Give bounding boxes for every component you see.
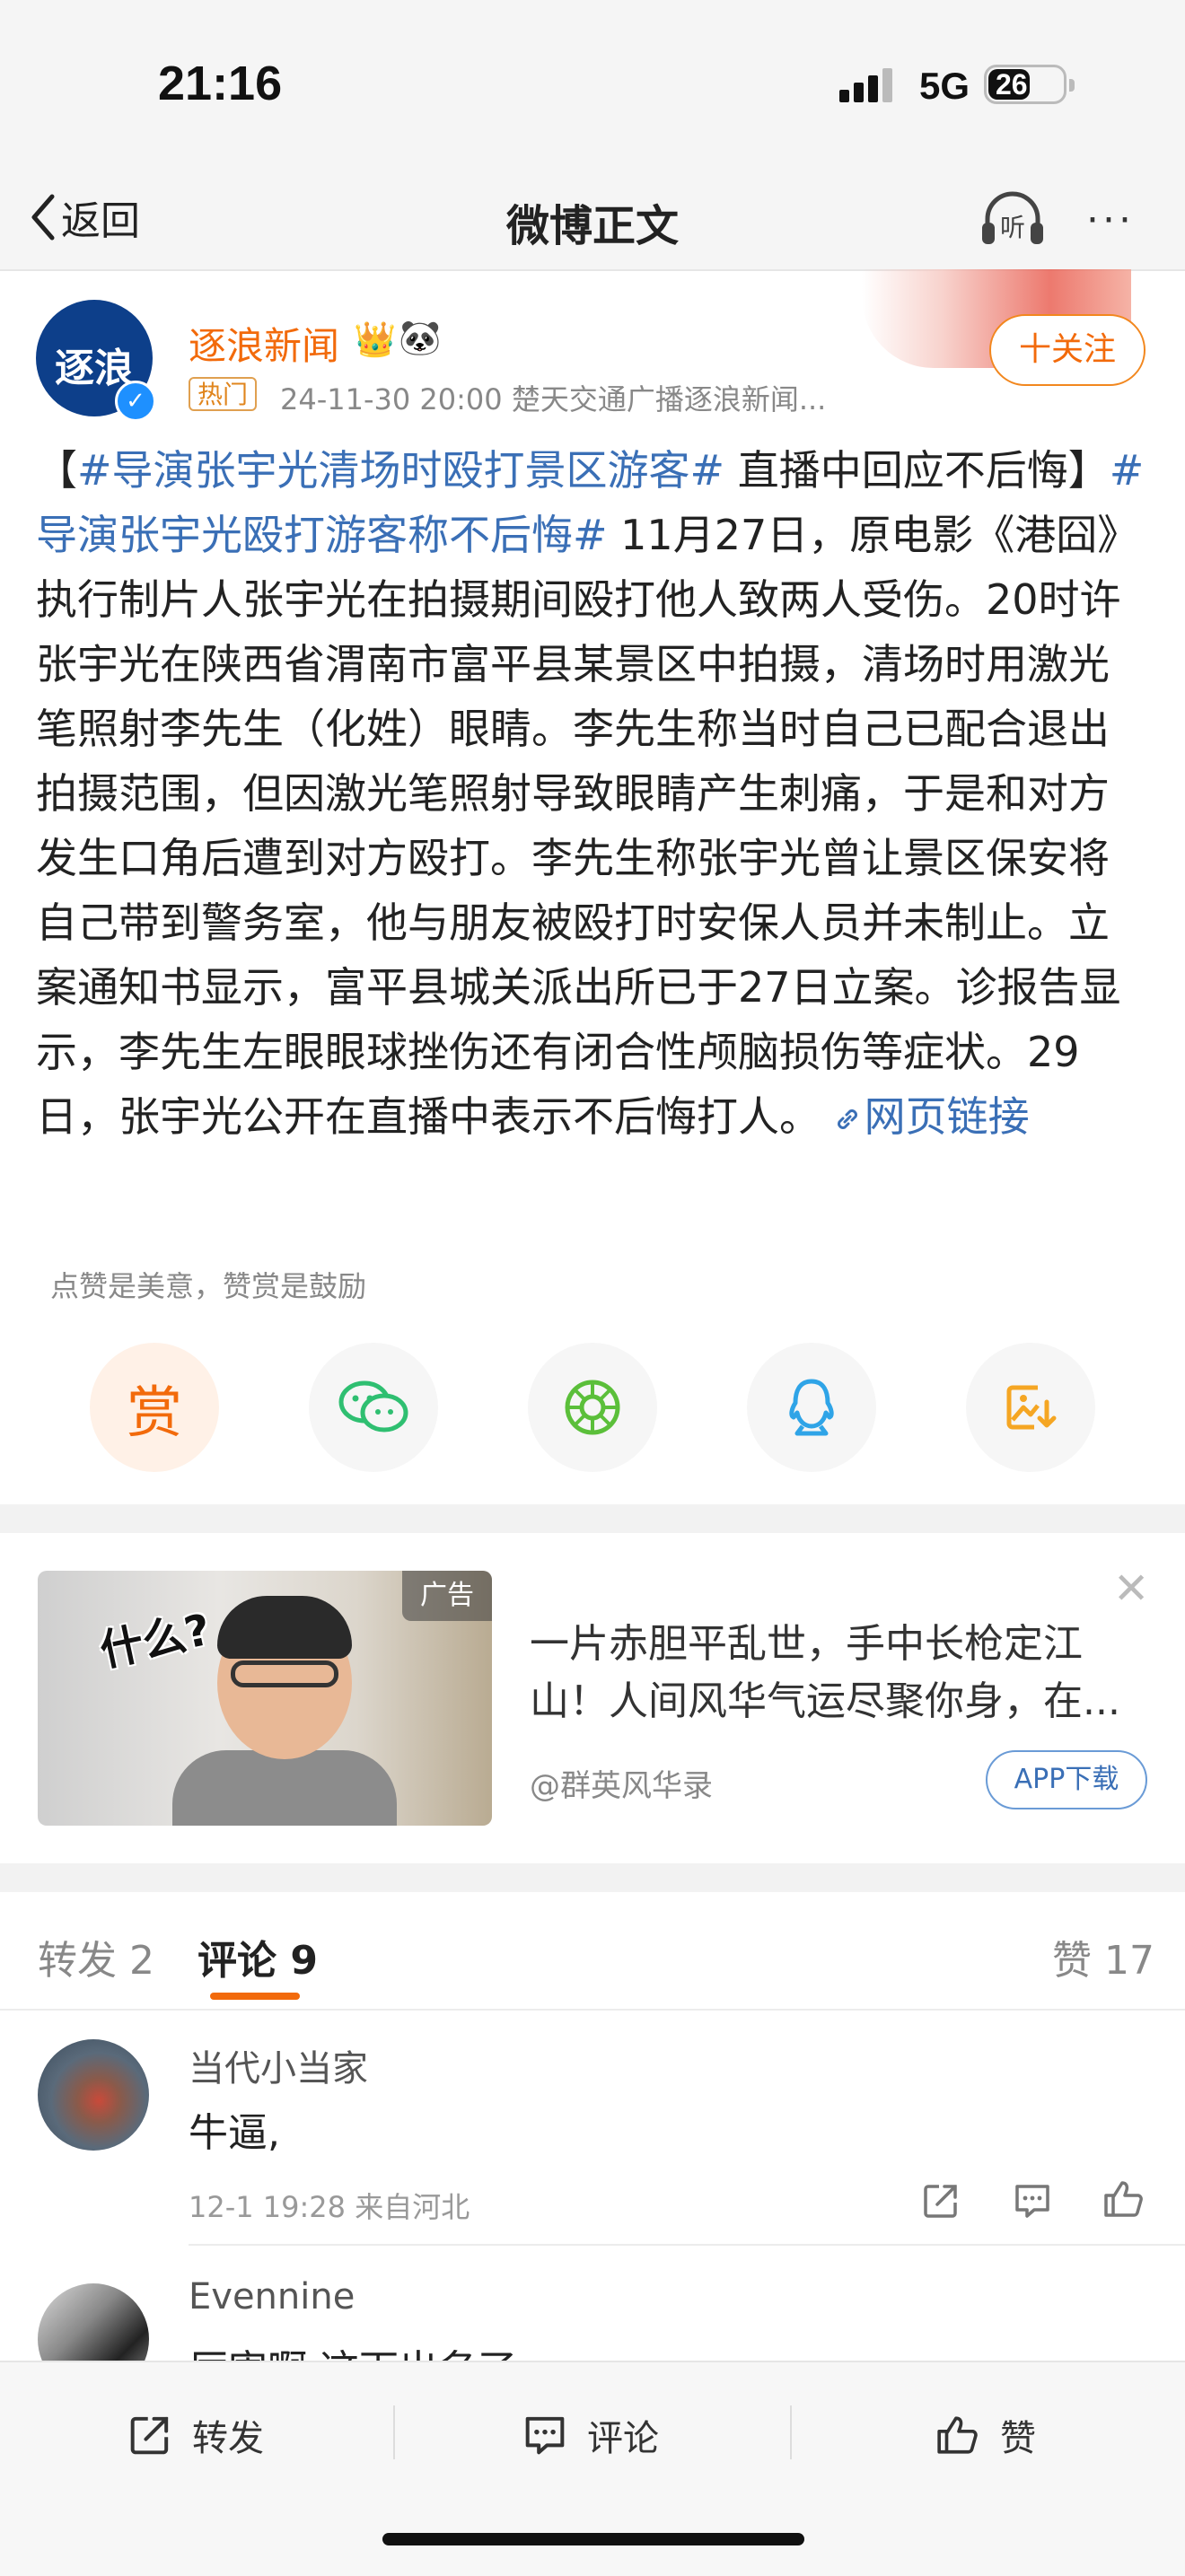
reward-tip: 点赞是美意，赞赏是鼓励 bbox=[50, 1269, 367, 1303]
web-link-label: 网页链接 bbox=[864, 1092, 1030, 1141]
repost-button[interactable]: 转发 bbox=[127, 2409, 264, 2461]
tabs-divider bbox=[0, 2009, 1185, 2011]
tab-repost[interactable]: 转发 2 bbox=[38, 1928, 154, 1985]
tab-like[interactable]: 赞 17 bbox=[1052, 1928, 1154, 1985]
home-indicator bbox=[382, 2533, 804, 2545]
post-body: 【#导演张宇光清场时殴打景区游客# 直播中回应不后悔】#导演张宇光殴打游客称不后… bbox=[36, 438, 1149, 1149]
comment-author[interactable]: Evennine bbox=[189, 2276, 355, 2318]
comment-label: 评论 bbox=[587, 2418, 659, 2459]
post-meta: 24-11-30 20:00 楚天交通广播逐浪新闻... bbox=[280, 382, 827, 416]
crown-badge-icon: 👑 bbox=[354, 320, 397, 359]
verified-icon: ✓ bbox=[115, 381, 156, 422]
link-icon bbox=[837, 1109, 857, 1129]
comment-meta: 12-1 19:28 来自河北 bbox=[189, 2190, 470, 2224]
bracket-open: 【 bbox=[36, 446, 77, 495]
section-divider bbox=[0, 1504, 1185, 1533]
thumbs-up-icon bbox=[1104, 2181, 1143, 2217]
follow-button[interactable]: 十关注 bbox=[989, 314, 1146, 386]
hot-tag: 热门 bbox=[189, 377, 258, 411]
author-name[interactable]: 逐浪新闻 bbox=[189, 316, 339, 371]
comment-item: Evennine 厉害啊 这下出名了 bbox=[0, 2244, 1185, 2361]
comment-icon bbox=[525, 2416, 565, 2455]
nav-bar: 返回 微博正文 听 ··· bbox=[0, 171, 1185, 271]
like-comment-button[interactable] bbox=[1102, 2177, 1146, 2224]
app-download-button[interactable]: APP下载 bbox=[986, 1750, 1147, 1809]
like-label: 赞 bbox=[1000, 2418, 1036, 2459]
comment-author[interactable]: 当代小当家 bbox=[189, 2039, 368, 2091]
toolbar-divider bbox=[393, 2405, 395, 2459]
battery-level: 26 bbox=[996, 68, 1028, 101]
wechat-icon bbox=[338, 1380, 408, 1433]
comment-icon bbox=[1015, 2185, 1049, 2218]
reply-comment-button[interactable] bbox=[1013, 2181, 1052, 2224]
avatar[interactable] bbox=[38, 2039, 149, 2151]
panda-badge-icon: 🐼 bbox=[399, 318, 442, 357]
reward-button[interactable]: 赏 bbox=[90, 1343, 219, 1472]
share-icon bbox=[924, 2185, 957, 2218]
status-bar: 21:16 5G 26 bbox=[0, 0, 1185, 171]
listen-label: 听 bbox=[1000, 213, 1025, 242]
ad-text-line: 山！人间风华气运尽聚你身，在... bbox=[530, 1678, 1120, 1724]
ad-text[interactable]: 一片赤胆平乱世，手中长枪定江 山！人间风华气运尽聚你身，在... bbox=[530, 1616, 1140, 1730]
like-button[interactable]: 赞 bbox=[935, 2409, 1036, 2461]
ad-speech-text: 什么? bbox=[95, 1604, 215, 1678]
post-text: 11月27日，原电影《港囧》执行制片人张宇光在拍摄期间殴打他人致两人受伤。20时… bbox=[36, 511, 1139, 1141]
qq-icon bbox=[789, 1379, 834, 1436]
comment-button[interactable]: 评论 bbox=[522, 2409, 659, 2461]
reward-label: 赏 bbox=[126, 1380, 182, 1445]
signal-icon bbox=[839, 68, 897, 102]
active-tab-indicator bbox=[210, 1993, 300, 2000]
comment-text: 厉害啊 这下出名了 bbox=[189, 2337, 517, 2361]
ad-source: @群英风华录 bbox=[530, 1768, 713, 1804]
ad-text-line: 一片赤胆平乱世，手中长枪定江 bbox=[530, 1621, 1083, 1667]
share-qq-button[interactable] bbox=[747, 1343, 876, 1472]
battery-icon: 26 bbox=[984, 65, 1075, 104]
web-link[interactable]: 网页链接 bbox=[834, 1092, 1030, 1141]
status-time: 21:16 bbox=[158, 57, 283, 110]
repost-label: 转发 bbox=[192, 2418, 264, 2459]
save-image-button[interactable] bbox=[966, 1343, 1095, 1472]
listen-button[interactable]: 听 bbox=[979, 187, 1047, 253]
network-label: 5G bbox=[919, 65, 970, 107]
post-title-rest: 直播中回应不后悔】 bbox=[724, 446, 1110, 495]
section-divider bbox=[0, 1863, 1185, 1892]
close-icon[interactable]: ✕ bbox=[1113, 1564, 1149, 1614]
repost-comment-button[interactable] bbox=[921, 2181, 961, 2224]
moments-icon bbox=[565, 1380, 620, 1435]
avatar[interactable] bbox=[38, 2283, 149, 2361]
comment-text: 牛逼, bbox=[189, 2110, 280, 2156]
thumbs-up-icon bbox=[937, 2416, 978, 2454]
more-button[interactable]: ··· bbox=[1086, 197, 1135, 243]
tab-comment[interactable]: 评论 9 bbox=[198, 1928, 318, 1985]
ad-tag: 广告 bbox=[402, 1571, 492, 1621]
topic-link[interactable]: #导演张宇光清场时殴打景区游客# bbox=[77, 446, 724, 495]
share-wechat-button[interactable] bbox=[309, 1343, 438, 1472]
image-download-icon bbox=[1006, 1385, 1057, 1430]
share-moments-button[interactable] bbox=[528, 1343, 657, 1472]
ad-image[interactable]: 什么? 广告 bbox=[38, 1571, 492, 1826]
share-icon bbox=[130, 2416, 169, 2455]
headphones-icon: 听 bbox=[982, 191, 1043, 244]
toolbar-divider bbox=[790, 2405, 792, 2459]
